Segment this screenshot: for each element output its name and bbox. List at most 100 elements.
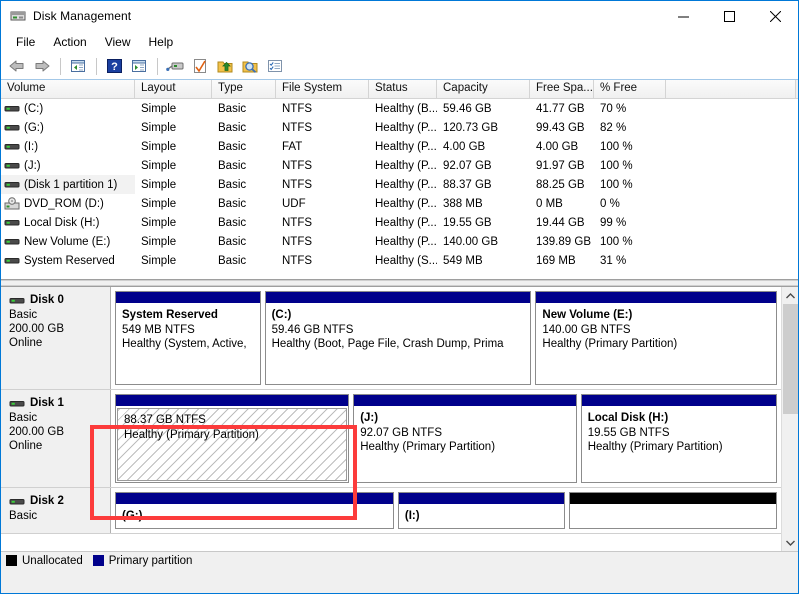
minimize-button[interactable] [660, 1, 706, 31]
partition[interactable]: Local Disk (H:)19.55 GB NTFSHealthy (Pri… [581, 394, 777, 483]
cell-capacity: 92.07 GB [437, 156, 530, 175]
disk-info-disk-0[interactable]: Disk 0Basic200.00 GBOnline [1, 287, 111, 389]
cell-file-system: UDF [276, 194, 369, 213]
column-header-free[interactable]: % Free [594, 80, 666, 98]
cell-status: Healthy (P... [369, 118, 437, 137]
cell-capacity: 88.37 GB [437, 175, 530, 194]
legend-swatch-primary [93, 555, 104, 566]
cell-text: System Reserved [24, 255, 115, 267]
scrollbar-thumb[interactable] [783, 304, 798, 414]
table-row[interactable]: New Volume (E:)SimpleBasicNTFSHealthy (P… [1, 232, 798, 251]
back-arrow-icon[interactable] [5, 55, 29, 77]
partition-color-bar [582, 395, 776, 407]
menu-item-file[interactable]: File [8, 33, 43, 51]
disk-info-disk-1[interactable]: Disk 1Basic200.00 GBOnline [1, 390, 111, 487]
partition[interactable]: (G:) [115, 492, 394, 529]
up-one-level-icon[interactable] [66, 55, 90, 77]
graphical-view-scrollbar[interactable] [781, 287, 798, 551]
disk-row[interactable]: Disk 0Basic200.00 GBOnlineSystem Reserve… [1, 287, 781, 390]
find-icon[interactable] [238, 55, 262, 77]
disk-row[interactable]: Disk 1Basic200.00 GBOnline88.37 GB NTFSH… [1, 390, 781, 488]
forward-arrow-icon[interactable] [30, 55, 54, 77]
disk-management-window: Disk Management File Action View Help [0, 0, 799, 594]
disk-size: 200.00 GB [9, 322, 110, 336]
partition[interactable] [569, 492, 777, 529]
cell-capacity: 59.46 GB [437, 99, 530, 118]
close-button[interactable] [752, 1, 798, 31]
partition[interactable]: (J:)92.07 GB NTFSHealthy (Primary Partit… [353, 394, 577, 483]
table-row[interactable]: Local Disk (H:)SimpleBasicNTFSHealthy (P… [1, 213, 798, 232]
partition[interactable]: (I:) [398, 492, 565, 529]
table-row[interactable]: System ReservedSimpleBasicNTFSHealthy (S… [1, 251, 798, 270]
maximize-button[interactable] [706, 1, 752, 31]
partition[interactable]: New Volume (E:)140.00 GB NTFSHealthy (Pr… [535, 291, 777, 385]
menu-item-action[interactable]: Action [45, 33, 94, 51]
cell-volume: System Reserved [1, 251, 135, 270]
menu-item-view[interactable]: View [97, 33, 139, 51]
column-header-status[interactable]: Status [369, 80, 437, 98]
properties-icon[interactable] [188, 55, 212, 77]
column-header-layout[interactable]: Layout [135, 80, 212, 98]
cell-layout: Simple [135, 99, 212, 118]
disk-info-disk-2[interactable]: Disk 2Basic [1, 488, 111, 533]
table-row[interactable]: (I:)SimpleBasicFATHealthy (P...4.00 GB4.… [1, 137, 798, 156]
help-icon[interactable]: ? [102, 55, 126, 77]
cell-file-system: NTFS [276, 232, 369, 251]
disk-state: Online [9, 439, 110, 453]
disk-title: Disk 0 [9, 293, 110, 307]
graphical-view-disks: Disk 0Basic200.00 GBOnlineSystem Reserve… [1, 287, 781, 551]
cell-layout: Simple [135, 232, 212, 251]
column-header-free-spa[interactable]: Free Spa... [530, 80, 594, 98]
cell-free-space: 139.89 GB [530, 232, 594, 251]
cell-text: (C:) [24, 103, 43, 115]
disk-icon [9, 495, 30, 508]
disk-row[interactable]: Disk 2Basic(G:)(I:) [1, 488, 781, 534]
dvd-drive-icon [4, 197, 24, 210]
partition-details: New Volume (E:)140.00 GB NTFSHealthy (Pr… [536, 304, 776, 384]
cell-type: Basic [212, 232, 276, 251]
column-header-blank[interactable] [666, 80, 796, 98]
column-header-volume[interactable]: Volume [1, 80, 135, 98]
cell-layout: Simple [135, 251, 212, 270]
disk-icon [9, 294, 30, 307]
table-row[interactable]: DVD_ROM (D:)SimpleBasicUDFHealthy (P...3… [1, 194, 798, 213]
column-header-file-system[interactable]: File System [276, 80, 369, 98]
cell-type: Basic [212, 213, 276, 232]
cell-capacity: 388 MB [437, 194, 530, 213]
cell-layout: Simple [135, 175, 212, 194]
cell-layout: Simple [135, 213, 212, 232]
cell-free-space: 88.25 GB [530, 175, 594, 194]
partition-strip: 88.37 GB NTFSHealthy (Primary Partition)… [111, 390, 781, 487]
disk-management-icon [10, 8, 26, 24]
scroll-up-arrow-icon[interactable] [782, 287, 799, 304]
table-row[interactable]: (Disk 1 partition 1)SimpleBasicNTFSHealt… [1, 175, 798, 194]
table-row[interactable]: (J:)SimpleBasicNTFSHealthy (P...92.07 GB… [1, 156, 798, 175]
toolbar-separator [60, 58, 61, 75]
export-list-icon[interactable] [213, 55, 237, 77]
list-view-icon[interactable] [263, 55, 287, 77]
rescan-disks-icon[interactable] [163, 55, 187, 77]
partition[interactable]: (C:)59.46 GB NTFSHealthy (Boot, Page Fil… [265, 291, 532, 385]
column-header-capacity[interactable]: Capacity [437, 80, 530, 98]
scroll-down-arrow-icon[interactable] [782, 534, 799, 551]
partition-health: Healthy (Primary Partition) [588, 440, 776, 455]
legend-item: Unallocated [6, 555, 83, 567]
table-row[interactable]: (C:)SimpleBasicNTFSHealthy (B...59.46 GB… [1, 99, 798, 118]
cell-free-space: 99.43 GB [530, 118, 594, 137]
volume-icon [4, 178, 24, 191]
cell-layout: Simple [135, 194, 212, 213]
scrollbar-track[interactable] [782, 304, 799, 534]
cell-free-space: 41.77 GB [530, 99, 594, 118]
menu-item-help[interactable]: Help [141, 33, 182, 51]
cell-type: Basic [212, 251, 276, 270]
cell-file-system: NTFS [276, 156, 369, 175]
graphical-view-pane: Disk 0Basic200.00 GBOnlineSystem Reserve… [1, 286, 798, 551]
partition[interactable]: System Reserved549 MB NTFSHealthy (Syste… [115, 291, 261, 385]
cell-percent-free: 82 % [594, 118, 666, 137]
table-row[interactable]: (G:)SimpleBasicNTFSHealthy (P...120.73 G… [1, 118, 798, 137]
disk-title: Disk 1 [9, 396, 110, 410]
partition[interactable]: 88.37 GB NTFSHealthy (Primary Partition) [115, 394, 349, 483]
column-header-type[interactable]: Type [212, 80, 276, 98]
partition-size: 88.37 GB NTFS [124, 413, 346, 428]
show-hide-console-tree-icon[interactable] [127, 55, 151, 77]
